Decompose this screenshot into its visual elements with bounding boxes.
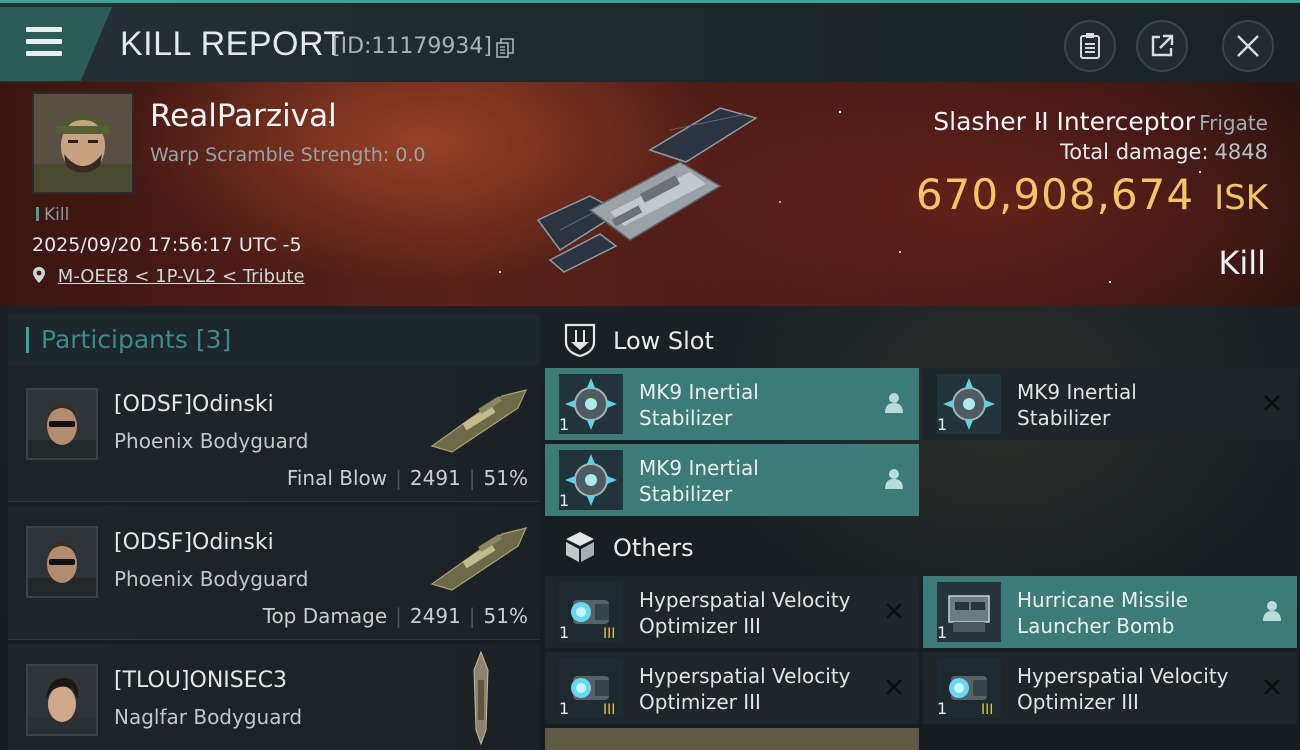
- kill-timestamp: 2025/09/20 17:56:17 UTC -5: [32, 234, 302, 256]
- item-name: Hyperspatial Velocity Optimizer III: [639, 664, 851, 714]
- fitting-item[interactable]: 1 MK9 Inertial Stabilizer: [923, 368, 1297, 440]
- location-pin-icon: [33, 267, 45, 283]
- participant-name[interactable]: [ODSF]Odinski: [114, 392, 274, 417]
- close-button[interactable]: [1222, 20, 1274, 72]
- ship-class: Frigate: [1199, 111, 1268, 135]
- item-quantity: 1: [559, 699, 570, 718]
- participants-header: Participants [3]: [8, 314, 540, 366]
- victim-portrait[interactable]: [32, 92, 134, 194]
- close-icon: [1237, 35, 1259, 57]
- total-damage-value: 4848: [1214, 140, 1268, 164]
- x-mark-icon: [886, 603, 902, 619]
- fitting-item[interactable]: 1 MK9 Inertial Stabilizer: [545, 444, 919, 516]
- x-mark-icon: [1264, 395, 1280, 411]
- svg-text:III: III: [981, 702, 993, 718]
- participant-ship: Naglfar Bodyguard: [114, 705, 303, 729]
- participant-ship: Phoenix Bodyguard: [114, 567, 309, 591]
- item-name: MK9 Inertial Stabilizer: [1017, 380, 1137, 430]
- participant-stats: Final Blow | 2491 | 51%: [286, 466, 528, 490]
- isk-unit: ISK: [1214, 178, 1268, 218]
- item-quantity: 1: [559, 415, 570, 434]
- low-slot-header: Low Slot: [545, 316, 1300, 366]
- avatar[interactable]: [26, 388, 98, 460]
- participant-name[interactable]: [ODSF]Odinski: [114, 530, 274, 555]
- participant-row[interactable]: [TLOU]ONISEC3 Naglfar Bodyguard: [8, 644, 540, 750]
- svg-text:III: III: [603, 702, 615, 718]
- fitting-item[interactable]: 1 MK9 Inertial Stabilizer: [545, 368, 919, 440]
- participant-ship: Phoenix Bodyguard: [114, 429, 309, 453]
- item-name: MK9 Inertial Stabilizer: [639, 456, 759, 506]
- menu-icon: [26, 27, 62, 59]
- participant-percent: 51%: [483, 466, 528, 490]
- x-mark-icon: [1264, 679, 1280, 695]
- item-quantity: 1: [937, 623, 948, 642]
- others-label: Others: [613, 534, 694, 562]
- location-link[interactable]: M-OEE8 < 1P-VL2 < Tribute: [32, 266, 305, 287]
- participant-name[interactable]: [TLOU]ONISEC3: [114, 668, 287, 693]
- item-name: MK9 Inertial Stabilizer: [639, 380, 759, 430]
- participant-row[interactable]: [ODSF]Odinski Phoenix Bodyguard Final Bl…: [8, 368, 540, 502]
- item-name: Hurricane Missile Launcher Bomb: [1017, 588, 1189, 638]
- fitting-item[interactable]: III 1 Hyperspatial Velocity Optimizer II…: [545, 652, 919, 724]
- victim-name[interactable]: RealParzival: [150, 98, 337, 134]
- avatar[interactable]: [26, 526, 98, 598]
- isk-amount: 670,908,674: [915, 170, 1195, 219]
- person-icon: [1263, 601, 1281, 621]
- item-quantity: 1: [559, 491, 570, 510]
- person-icon: [885, 393, 903, 413]
- kill-result-label: Kill: [1218, 244, 1266, 282]
- avatar: [34, 94, 132, 192]
- participant-ship-image: [430, 527, 528, 591]
- item-quantity: 1: [937, 699, 948, 718]
- participant-ship-image: [430, 389, 528, 453]
- warp-scramble-text: Warp Scramble Strength: 0.0: [150, 144, 426, 166]
- fitting-item[interactable]: 1 Hurricane Missile Launcher Bomb: [923, 576, 1297, 648]
- item-quantity: 1: [559, 623, 570, 642]
- share-button[interactable]: [1136, 20, 1188, 72]
- person-icon: [885, 469, 903, 489]
- location-text: M-OEE8 < 1P-VL2 < Tribute: [57, 266, 305, 287]
- x-mark-icon: [886, 679, 902, 695]
- others-header: Others: [545, 523, 1300, 573]
- copy-icon[interactable]: [496, 38, 514, 58]
- participants-title: Participants [3]: [41, 325, 231, 354]
- report-id: [ID:11179934]: [332, 34, 492, 59]
- participant-role: Top Damage: [262, 604, 388, 628]
- item-name: Hyperspatial Velocity Optimizer III: [639, 588, 851, 638]
- page-title: KILL REPORT: [120, 25, 345, 63]
- isk-value: 670,908,674 ISK: [916, 170, 1268, 219]
- svg-text:III: III: [603, 626, 615, 642]
- avatar[interactable]: [26, 664, 98, 736]
- cube-icon: [566, 532, 594, 562]
- total-damage: Total damage: 4848: [1060, 140, 1268, 164]
- clipboard-icon: [1080, 33, 1100, 59]
- participant-row[interactable]: [ODSF]Odinski Phoenix Bodyguard Top Dama…: [8, 506, 540, 640]
- menu-button[interactable]: [0, 7, 112, 81]
- fitting-item[interactable]: III 1 Hyperspatial Velocity Optimizer II…: [923, 652, 1297, 724]
- participant-role: Final Blow: [286, 466, 388, 490]
- fitting-item[interactable]: III 1 Hyperspatial Velocity Optimizer II…: [545, 576, 919, 648]
- low-slot-icon: [564, 323, 596, 358]
- participants-label: Participants: [41, 325, 188, 354]
- ship-type: Slasher II Interceptor: [933, 107, 1196, 136]
- header-bar: KILL REPORT [ID:11179934]: [0, 0, 1300, 82]
- clipboard-button[interactable]: [1064, 20, 1116, 72]
- item-quantity: 1: [937, 415, 948, 434]
- low-slot-label: Low Slot: [613, 327, 714, 355]
- share-icon: [1151, 34, 1174, 57]
- participant-ship-image: [473, 650, 489, 746]
- fitting-item-partial[interactable]: [545, 728, 919, 750]
- participant-stats: Top Damage | 2491 | 51%: [262, 604, 528, 628]
- participant-percent: 51%: [483, 604, 528, 628]
- participant-damage: 2491: [409, 466, 461, 490]
- participants-count: [3]: [195, 325, 232, 354]
- total-damage-label: Total damage:: [1059, 140, 1209, 164]
- kill-type-tag: Kill: [36, 205, 69, 225]
- victim-ship-image: [536, 107, 758, 273]
- ship-name[interactable]: Slasher II Interceptor Frigate: [933, 107, 1268, 136]
- item-name: Hyperspatial Velocity Optimizer III: [1017, 664, 1229, 714]
- participant-damage: 2491: [409, 604, 461, 628]
